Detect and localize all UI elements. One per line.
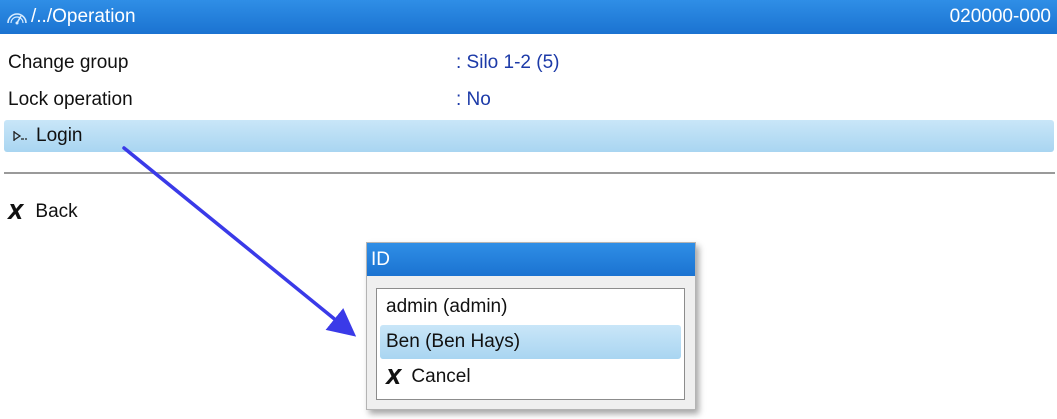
user-item-admin[interactable]: admin (admin) bbox=[380, 290, 681, 324]
cancel-item[interactable]: X Cancel bbox=[380, 360, 681, 394]
back-button[interactable]: X Back bbox=[8, 200, 78, 224]
change-group-label: Change group bbox=[8, 52, 129, 73]
lock-operation-label: Lock operation bbox=[8, 89, 133, 110]
list-item-label: Ben (Ben Hays) bbox=[386, 331, 521, 352]
breadcrumb-path[interactable]: /../Operation bbox=[31, 6, 136, 28]
back-label: Back bbox=[35, 201, 78, 222]
x-icon: X bbox=[8, 200, 24, 224]
list-item-label: Cancel bbox=[411, 366, 471, 387]
x-icon: X bbox=[386, 365, 402, 389]
login-arrow-icon bbox=[13, 131, 27, 141]
id-selection-dialog: ID admin (admin) Ben (Ben Hays) X Cancel bbox=[366, 242, 696, 410]
lock-operation-row[interactable]: Lock operation : No bbox=[0, 85, 1057, 115]
login-label: Login bbox=[36, 125, 83, 146]
divider bbox=[4, 172, 1055, 174]
user-item-ben[interactable]: Ben (Ben Hays) bbox=[380, 325, 681, 359]
login-menu-item[interactable]: Login bbox=[4, 120, 1054, 152]
user-list: admin (admin) Ben (Ben Hays) X Cancel bbox=[376, 288, 685, 400]
title-bar: /../Operation 020000-000 bbox=[0, 0, 1057, 34]
gauge-icon bbox=[7, 13, 27, 25]
change-group-value: : Silo 1-2 (5) bbox=[456, 52, 560, 73]
list-item-label: admin (admin) bbox=[386, 296, 508, 317]
change-group-row[interactable]: Change group : Silo 1-2 (5) bbox=[0, 48, 1057, 78]
lock-operation-value: : No bbox=[456, 89, 491, 110]
dialog-title: ID bbox=[367, 243, 695, 276]
device-code: 020000-000 bbox=[949, 6, 1051, 27]
breadcrumb: /../Operation bbox=[6, 6, 136, 28]
